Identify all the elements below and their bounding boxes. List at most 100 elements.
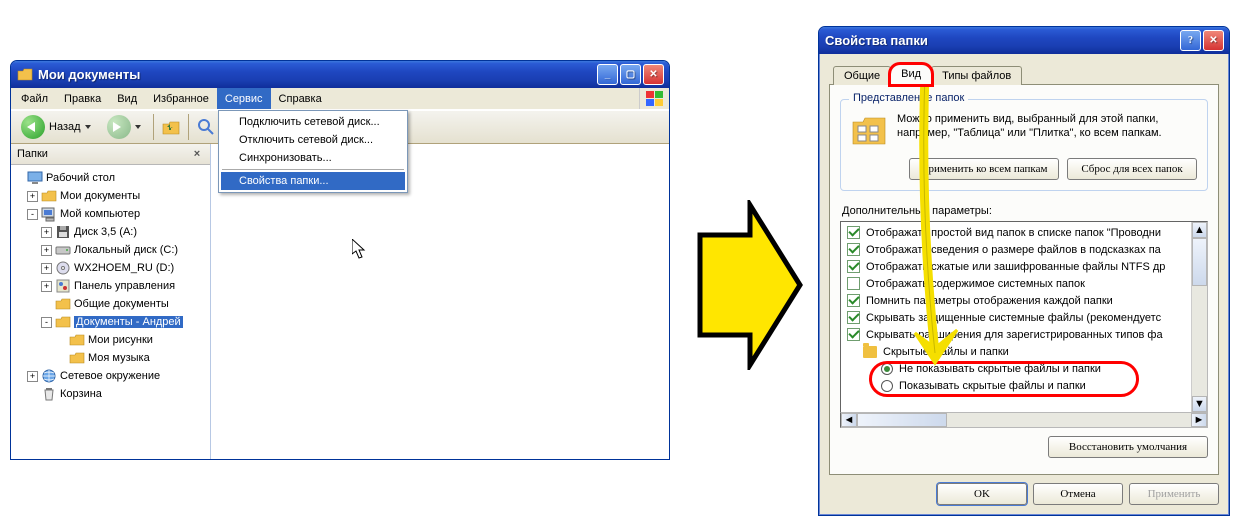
tree-node[interactable]: - Документы - Андрей [13, 313, 208, 331]
scroll-up-button[interactable]: ▲ [1192, 222, 1207, 238]
tree-node[interactable]: +Сетевое окружение [13, 367, 208, 385]
tree-label: Мои документы [60, 190, 140, 202]
option-label: Скрывать расширения для зарегистрированн… [866, 329, 1163, 341]
list-item[interactable]: Отображать сжатые или зашифрованные файл… [841, 258, 1191, 275]
list-item[interactable]: Отображать сведения о размере файлов в п… [841, 241, 1191, 258]
explorer-titlebar[interactable]: Мои документы _ ▢ ✕ [11, 61, 669, 88]
ok-button[interactable]: OK [937, 483, 1027, 505]
tab-view[interactable]: Вид [890, 64, 932, 85]
minimize-button[interactable]: _ [597, 64, 618, 85]
dd-folder-options[interactable]: Свойства папки... [221, 172, 405, 190]
tree-node[interactable]: Моя музыка [13, 349, 208, 367]
scroll-thumb[interactable] [1192, 238, 1207, 286]
radio[interactable] [881, 363, 893, 375]
scroll-thumb[interactable] [857, 413, 947, 427]
advanced-label: Дополнительные параметры: [842, 205, 1208, 217]
checkbox[interactable] [847, 226, 860, 239]
vertical-scrollbar[interactable]: ▲ ▼ [1191, 222, 1207, 412]
list-item[interactable]: Показывать скрытые файлы и папки [841, 377, 1191, 394]
close-button[interactable]: ✕ [1203, 30, 1224, 51]
list-item[interactable]: Скрытые файлы и папки [841, 343, 1191, 360]
tree-node[interactable]: Мои рисунки [13, 331, 208, 349]
search-button[interactable] [195, 116, 217, 138]
scroll-down-button[interactable]: ▼ [1192, 396, 1207, 412]
folders-header: Папки × [11, 144, 210, 165]
tree-node[interactable]: + Локальный диск (C:) [13, 241, 208, 259]
tree-expander[interactable]: + [41, 227, 52, 238]
advanced-options-list: Отображать простой вид папок в списке па… [840, 221, 1208, 413]
tree-label: Общие документы [74, 298, 169, 310]
tab-filetypes[interactable]: Типы файлов [931, 66, 1022, 85]
tree-expander[interactable]: - [41, 317, 52, 328]
dialog-buttons: OK Отмена Применить [829, 483, 1219, 505]
list-item[interactable]: Не показывать скрытые файлы и папки [841, 360, 1191, 377]
tree-node[interactable]: Корзина [13, 385, 208, 403]
restore-defaults-button[interactable]: Восстановить умолчания [1048, 436, 1208, 458]
dd-disconnect-drive[interactable]: Отключить сетевой диск... [221, 131, 405, 149]
tree-node[interactable]: Общие документы [13, 295, 208, 313]
checkbox[interactable] [847, 277, 860, 290]
horizontal-scrollbar[interactable]: ◄ ► [840, 412, 1208, 428]
tree-expander[interactable]: + [41, 281, 52, 292]
tree-label: Рабочий стол [46, 172, 115, 184]
dialog-titlebar[interactable]: Свойства папки ? ✕ [819, 27, 1229, 54]
explorer-title: Мои документы [38, 67, 597, 82]
tree-node[interactable]: +Диск 3,5 (A:) [13, 223, 208, 241]
tree-label: Документы - Андрей [74, 316, 183, 328]
list-item[interactable]: Помнить параметры отображения каждой пап… [841, 292, 1191, 309]
menu-file[interactable]: Файл [13, 88, 56, 109]
menu-favorites[interactable]: Избранное [145, 88, 217, 109]
checkbox[interactable] [847, 294, 860, 307]
menu-view[interactable]: Вид [109, 88, 145, 109]
folder-icon [17, 67, 33, 83]
tree-expander[interactable]: + [27, 371, 38, 382]
tree-node[interactable]: Рабочий стол [13, 169, 208, 187]
scroll-track[interactable] [1192, 286, 1207, 396]
tree-expander[interactable]: - [27, 209, 38, 220]
close-panel-button[interactable]: × [190, 147, 204, 161]
scroll-right-button[interactable]: ► [1191, 413, 1207, 427]
apply-button[interactable]: Применить [1129, 483, 1219, 505]
toolbar-separator [188, 114, 189, 140]
list-item[interactable]: Скрывать защищенные системные файлы (рек… [841, 309, 1191, 326]
up-folder-button[interactable] [160, 116, 182, 138]
help-button[interactable]: ? [1180, 30, 1201, 51]
folder-tree: Рабочий стол + Мои документы -Мой компьютер… [11, 165, 210, 459]
close-button[interactable]: ✕ [643, 64, 664, 85]
dd-map-drive[interactable]: Подключить сетевой диск... [221, 113, 405, 131]
tree-expander[interactable]: + [41, 245, 52, 256]
tree-node[interactable]: -Мой компьютер [13, 205, 208, 223]
scroll-left-button[interactable]: ◄ [841, 413, 857, 427]
tree-expander[interactable]: + [27, 191, 38, 202]
menu-tools[interactable]: Сервис [217, 88, 271, 109]
option-label: Скрывать защищенные системные файлы (рек… [866, 312, 1161, 324]
tree-node[interactable]: +WX2HOEM_RU (D:) [13, 259, 208, 277]
list-item[interactable]: Отображать простой вид папок в списке па… [841, 224, 1191, 241]
dd-sync[interactable]: Синхронизовать... [221, 149, 405, 167]
cancel-button[interactable]: Отмена [1033, 483, 1123, 505]
checkbox[interactable] [847, 260, 860, 273]
checkbox[interactable] [847, 311, 860, 324]
list-item[interactable]: Скрывать расширения для зарегистрированн… [841, 326, 1191, 343]
option-label: Помнить параметры отображения каждой пап… [866, 295, 1113, 307]
forward-button[interactable] [101, 113, 147, 141]
dd-separator [222, 169, 404, 170]
apply-all-button[interactable]: Применить ко всем папкам [909, 158, 1059, 180]
tab-general[interactable]: Общие [833, 66, 891, 85]
radio[interactable] [881, 380, 893, 392]
chevron-down-icon [135, 125, 141, 129]
checkbox[interactable] [847, 243, 860, 256]
tree-expander[interactable]: + [41, 263, 52, 274]
list-item[interactable]: Отображать содержимое системных папок [841, 275, 1191, 292]
menu-edit[interactable]: Правка [56, 88, 109, 109]
reset-all-button[interactable]: Сброс для всех папок [1067, 158, 1197, 180]
maximize-button[interactable]: ▢ [620, 64, 641, 85]
back-button[interactable]: Назад [15, 113, 97, 141]
menu-help[interactable]: Справка [271, 88, 330, 109]
tree-node[interactable]: +Панель управления [13, 277, 208, 295]
tree-label: Локальный диск (C:) [74, 244, 178, 256]
scroll-track[interactable] [947, 413, 1191, 427]
tree-node[interactable]: + Мои документы [13, 187, 208, 205]
checkbox[interactable] [847, 328, 860, 341]
tree-label: Мои рисунки [88, 334, 153, 346]
